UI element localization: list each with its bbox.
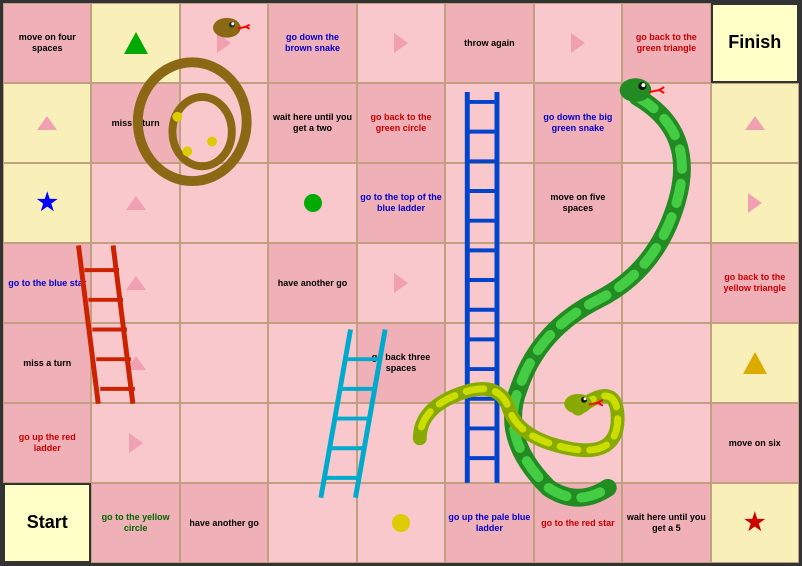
cell-3-7	[622, 243, 710, 323]
cell-4-4: go back three spaces	[357, 323, 445, 403]
cell-5-0: go up the red ladder	[3, 403, 91, 483]
cell-4-8	[711, 323, 799, 403]
cell-2-1	[91, 163, 179, 243]
cell-1-4: go back to the green circle	[357, 83, 445, 163]
cell-1-0	[3, 83, 91, 163]
cell-3-0: go to the blue star	[3, 243, 91, 323]
cell-0-4	[357, 3, 445, 83]
cell-2-0: ★	[3, 163, 91, 243]
cell-4-7	[622, 323, 710, 403]
cell-6-7: wait here until you get a 5	[622, 483, 710, 563]
green-circle-icon	[304, 194, 322, 212]
cell-0-5: throw again	[445, 3, 533, 83]
cell-0-0: move on four spaces	[3, 3, 91, 83]
cell-0-1	[91, 3, 179, 83]
arrow-right-icon	[217, 33, 231, 53]
cell-4-5	[445, 323, 533, 403]
cell-finish: Finish	[711, 3, 799, 83]
game-board: move on four spaces go down the brown sn…	[0, 0, 802, 566]
red-star-icon: ★	[744, 511, 766, 535]
cell-1-5	[445, 83, 533, 163]
cell-4-6	[534, 323, 622, 403]
arrow-right-icon	[748, 193, 762, 213]
arrow-up-icon	[126, 356, 146, 370]
cell-2-8	[711, 163, 799, 243]
arrow-up-icon	[37, 116, 57, 130]
cell-1-7	[622, 83, 710, 163]
cell-4-3	[268, 323, 356, 403]
arrow-right-icon	[129, 433, 143, 453]
yellow-triangle-icon	[743, 352, 767, 374]
arrow-right-icon	[394, 273, 408, 293]
cell-5-1	[91, 403, 179, 483]
cell-3-4	[357, 243, 445, 323]
arrow-up-icon	[745, 116, 765, 130]
cell-1-6: go down the big green snake	[534, 83, 622, 163]
cell-5-8: move on six	[711, 403, 799, 483]
cell-2-3	[268, 163, 356, 243]
cell-3-3: have another go	[268, 243, 356, 323]
cell-5-6	[534, 403, 622, 483]
cell-start: Start	[3, 483, 91, 563]
cell-6-8: ★	[711, 483, 799, 563]
cell-5-4	[357, 403, 445, 483]
cell-6-1: go to the yellow circle	[91, 483, 179, 563]
green-triangle-icon	[124, 32, 148, 54]
yellow-circle-icon	[392, 514, 410, 532]
cell-0-6	[534, 3, 622, 83]
cell-1-3: wait here until you get a two	[268, 83, 356, 163]
cell-5-3	[268, 403, 356, 483]
cell-6-6: go to the red star	[534, 483, 622, 563]
cell-3-2	[180, 243, 268, 323]
cell-2-2	[180, 163, 268, 243]
cell-6-4	[357, 483, 445, 563]
cell-5-5	[445, 403, 533, 483]
arrow-right-icon	[394, 33, 408, 53]
arrow-up-icon	[126, 276, 146, 290]
cell-2-7	[622, 163, 710, 243]
cell-1-8	[711, 83, 799, 163]
cell-0-7: go back to the green triangle	[622, 3, 710, 83]
cell-4-2	[180, 323, 268, 403]
cell-3-6	[534, 243, 622, 323]
cell-4-1	[91, 323, 179, 403]
cell-5-2	[180, 403, 268, 483]
arrow-right-icon	[571, 33, 585, 53]
cell-3-1	[91, 243, 179, 323]
board-grid: move on four spaces go down the brown sn…	[3, 3, 799, 563]
cell-2-5	[445, 163, 533, 243]
cell-6-2: have another go	[180, 483, 268, 563]
cell-0-2	[180, 3, 268, 83]
cell-2-4: go to the top of the blue ladder	[357, 163, 445, 243]
cell-6-3	[268, 483, 356, 563]
cell-2-6: move on five spaces	[534, 163, 622, 243]
blue-star-icon: ★	[36, 191, 58, 215]
cell-1-2	[180, 83, 268, 163]
cell-3-5	[445, 243, 533, 323]
arrow-up-icon	[126, 196, 146, 210]
cell-3-8: go back to the yellow triangle	[711, 243, 799, 323]
cell-6-5: go up the pale blue ladder	[445, 483, 533, 563]
cell-5-7	[622, 403, 710, 483]
cell-1-1: miss a turn	[91, 83, 179, 163]
cell-0-3: go down the brown snake	[268, 3, 356, 83]
cell-4-0: miss a turn	[3, 323, 91, 403]
